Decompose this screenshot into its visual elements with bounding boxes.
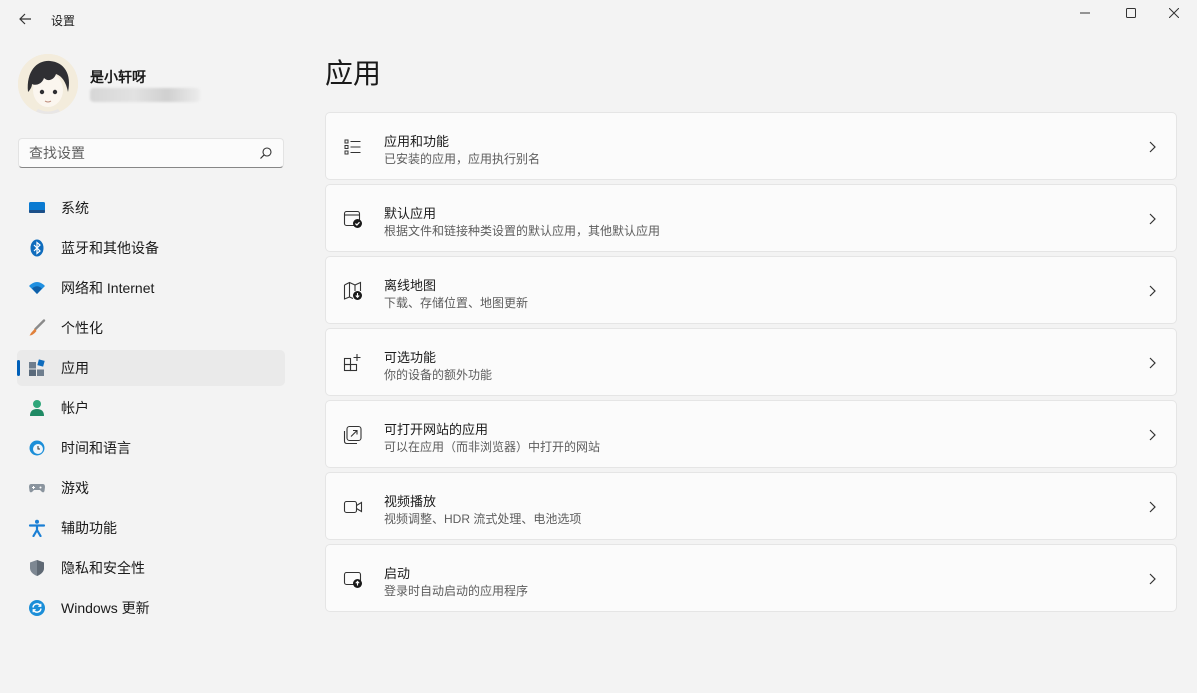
minimize-icon — [1080, 12, 1090, 14]
card-title: 视频播放 — [384, 494, 437, 509]
card-offline-maps[interactable]: 离线地图 下载、存储位置、地图更新 — [325, 256, 1177, 324]
gamepad-icon — [29, 484, 45, 493]
card-subtitle: 可以在应用（而非浏览器）中打开的网站 — [384, 440, 601, 454]
person-icon — [30, 400, 44, 416]
search-icon[interactable] — [259, 146, 273, 160]
card-title: 默认应用 — [384, 206, 437, 221]
chevron-right-icon — [1149, 357, 1156, 369]
card-title: 可打开网站的应用 — [384, 422, 489, 437]
chevron-right-icon — [1149, 141, 1156, 153]
sidebar-item-privacy[interactable]: 隐私和安全性 — [17, 550, 285, 586]
video-icon — [343, 500, 363, 514]
sidebar-item-label: Windows 更新 — [61, 600, 150, 616]
sidebar-item-time-language[interactable]: 时间和语言 — [17, 430, 285, 466]
sidebar-item-label: 系统 — [61, 200, 89, 216]
sidebar-item-label: 蓝牙和其他设备 — [61, 240, 159, 256]
offline-map-icon — [343, 281, 362, 300]
chevron-right-icon — [1149, 285, 1156, 297]
brush-icon — [29, 319, 46, 336]
update-icon — [29, 600, 45, 616]
card-subtitle: 下载、存储位置、地图更新 — [384, 296, 529, 310]
card-subtitle: 根据文件和链接种类设置的默认应用，其他默认应用 — [384, 224, 661, 238]
list-icon — [344, 139, 361, 155]
sidebar-item-gaming[interactable]: 游戏 — [17, 470, 285, 506]
chevron-right-icon — [1149, 429, 1156, 441]
sidebar-item-label: 应用 — [61, 360, 89, 376]
maximize-icon — [1126, 8, 1136, 18]
user-email-blurred — [90, 88, 200, 102]
add-feature-icon — [343, 354, 361, 372]
card-title: 应用和功能 — [384, 134, 450, 149]
settings-card-list: 应用和功能 已安装的应用，应用执行别名 默认应用 根据文件和链接种类设置的默认应… — [325, 112, 1177, 616]
search-box[interactable] — [18, 138, 284, 168]
card-apps-features[interactable]: 应用和功能 已安装的应用，应用执行别名 — [325, 112, 1177, 180]
chevron-right-icon — [1149, 573, 1156, 585]
close-icon — [1169, 8, 1179, 18]
user-profile[interactable]: 是小轩呀 — [18, 54, 288, 116]
startup-icon — [343, 571, 362, 588]
back-button[interactable] — [14, 8, 36, 30]
sidebar-nav: 系统 蓝牙和其他设备 网络和 Internet 个性化 应用 帐户 时间和语言 … — [17, 190, 285, 630]
sidebar-item-windows-update[interactable]: Windows 更新 — [17, 590, 285, 626]
card-video-playback[interactable]: 视频播放 视频调整、HDR 流式处理、电池选项 — [325, 472, 1177, 540]
card-startup[interactable]: 启动 登录时自动启动的应用程序 — [325, 544, 1177, 612]
card-subtitle: 你的设备的额外功能 — [384, 368, 493, 382]
sidebar-item-bluetooth[interactable]: 蓝牙和其他设备 — [17, 230, 285, 266]
sidebar-item-label: 帐户 — [61, 400, 89, 416]
apps-icon — [29, 359, 45, 376]
sidebar-item-label: 网络和 Internet — [61, 280, 155, 296]
title-bar: 设置 — [0, 0, 1197, 40]
card-subtitle: 已安装的应用，应用执行别名 — [384, 152, 541, 166]
sidebar-item-label: 隐私和安全性 — [61, 560, 145, 576]
app-title: 设置 — [51, 14, 76, 28]
card-default-apps[interactable]: 默认应用 根据文件和链接种类设置的默认应用，其他默认应用 — [325, 184, 1177, 252]
close-button[interactable] — [1151, 0, 1197, 26]
card-optional-features[interactable]: 可选功能 你的设备的额外功能 — [325, 328, 1177, 396]
search-input[interactable] — [19, 139, 259, 167]
chevron-right-icon — [1149, 501, 1156, 513]
maximize-button[interactable] — [1108, 0, 1154, 26]
sidebar-item-accessibility[interactable]: 辅助功能 — [17, 510, 285, 546]
globe-clock-icon — [29, 440, 45, 456]
avatar[interactable] — [18, 54, 78, 114]
sidebar-item-label: 个性化 — [61, 320, 103, 336]
card-apps-for-websites[interactable]: 可打开网站的应用 可以在应用（而非浏览器）中打开的网站 — [325, 400, 1177, 468]
shield-icon — [30, 560, 44, 576]
card-title: 可选功能 — [384, 350, 437, 365]
page-title: 应用 — [325, 58, 382, 89]
chevron-right-icon — [1149, 213, 1156, 225]
card-title: 启动 — [384, 566, 411, 581]
card-subtitle: 登录时自动启动的应用程序 — [384, 584, 529, 598]
card-title: 离线地图 — [384, 278, 437, 293]
sidebar-item-apps[interactable]: 应用 — [17, 350, 285, 386]
default-app-icon — [343, 210, 362, 228]
sidebar-item-accounts[interactable]: 帐户 — [17, 390, 285, 426]
user-name: 是小轩呀 — [90, 69, 146, 85]
sidebar-item-personalization[interactable]: 个性化 — [17, 310, 285, 346]
wifi-icon — [29, 282, 45, 294]
sidebar-item-label: 游戏 — [61, 480, 89, 496]
card-subtitle: 视频调整、HDR 流式处理、电池选项 — [384, 512, 582, 526]
sidebar-item-label: 辅助功能 — [61, 520, 117, 536]
open-link-icon — [343, 425, 362, 445]
avatar-image — [18, 54, 78, 114]
accessibility-icon — [28, 519, 46, 537]
monitor-icon — [29, 202, 45, 213]
bluetooth-icon — [30, 239, 44, 257]
sidebar-item-system[interactable]: 系统 — [17, 190, 285, 226]
sidebar-item-network[interactable]: 网络和 Internet — [17, 270, 285, 306]
minimize-button[interactable] — [1062, 0, 1108, 26]
back-arrow-icon — [19, 13, 31, 25]
sidebar-item-label: 时间和语言 — [61, 440, 131, 456]
